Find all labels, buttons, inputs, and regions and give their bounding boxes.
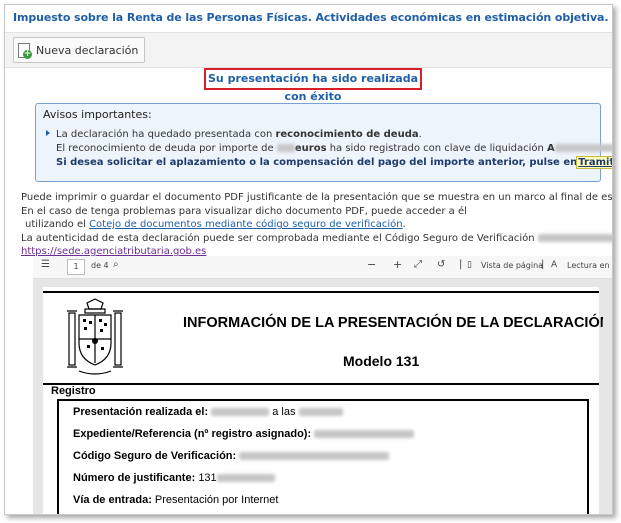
notice-body: La declaración ha quedado presentada con… <box>46 128 612 170</box>
notice-text: La declaración ha quedado presentada con <box>56 129 276 140</box>
bullet-arrow-icon <box>46 130 50 136</box>
toolbar: + Nueva declaración <box>5 32 612 68</box>
pdf-toolbar: ☰ 1 de 4 ⌕ − + ⤢ ↺ | ▯ Vista de página |… <box>33 256 612 279</box>
app-window: Impuesto sobre la Renta de las Personas … <box>4 4 613 515</box>
page-number-input[interactable]: 1 <box>67 259 85 275</box>
info-line: Puede imprimir o guardar el documento PD… <box>21 192 613 203</box>
debt-recognition-text: reconocimiento de deuda <box>275 129 419 140</box>
divider: | <box>459 259 463 270</box>
entry-channel-row: Vía de entrada: Presentación por Interne… <box>73 494 278 506</box>
page-view-button[interactable]: Vista de página <box>481 261 543 270</box>
csv-document-check-link[interactable]: Cotejo de documentos mediante código seg… <box>89 219 403 230</box>
page-total: de 4 <box>91 261 109 270</box>
new-declaration-button[interactable]: + Nueva declaración <box>13 37 146 63</box>
redacted-liquidation-key <box>554 144 612 152</box>
info-line: . <box>402 219 406 230</box>
receipt-number-row: Número de justificante: 131 <box>73 472 275 484</box>
info-line: utilizando el <box>25 219 90 230</box>
redacted-amount <box>276 144 295 152</box>
row-label: Expediente/Referencia (nº registro asign… <box>73 428 312 440</box>
redacted-csv <box>537 233 612 242</box>
redacted-receipt-number <box>216 474 275 482</box>
zoom-in-button[interactable]: + <box>393 258 402 271</box>
pdf-header: INFORMACIÓN DE LA PRESENTACIÓN DE LA DEC… <box>43 291 610 385</box>
fit-page-icon[interactable]: ⤢ <box>414 259 422 270</box>
redacted-date <box>211 408 270 416</box>
coat-of-arms-icon <box>67 298 123 375</box>
info-text: Puede imprimir o guardar el documento PD… <box>21 191 613 259</box>
search-icon[interactable]: ⌕ <box>113 259 119 270</box>
page-title: Impuesto sobre la Renta de las Personas … <box>13 11 612 24</box>
new-declaration-label: Nueva declaración <box>36 43 139 57</box>
currency-label: euros <box>294 143 327 154</box>
pdf-document-title: INFORMACIÓN DE LA PRESENTACIÓN DE LA DEC… <box>183 315 611 331</box>
info-line: En el caso de tenga problemas para visua… <box>21 205 467 217</box>
important-notices-panel: Avisos importantes: La declaración ha qu… <box>35 103 612 182</box>
notice-text: . <box>418 129 422 140</box>
row-value: 131 <box>198 472 217 484</box>
redacted-time <box>298 408 343 416</box>
rotate-icon[interactable]: ↺ <box>437 259 445 270</box>
redacted-reference <box>314 430 415 438</box>
notice-title: Avisos importantes: <box>43 108 152 121</box>
zoom-out-button[interactable]: − <box>367 258 376 271</box>
row-label: Código Seguro de Verificación: <box>73 450 237 462</box>
divider: | <box>541 259 545 270</box>
read-aloud-icon: A <box>551 260 558 270</box>
liquidation-key: A <box>547 143 555 154</box>
row-value: Presentación por Internet <box>154 494 279 506</box>
csv-row: Código Seguro de Verificación: <box>73 450 390 462</box>
pdf-scrollbar[interactable] <box>603 279 612 514</box>
info-line: La autenticidad de esta declaración pued… <box>21 232 535 244</box>
notice-text: El reconocimiento de deuda por importe d… <box>56 143 277 154</box>
pdf-model-label: Modelo 131 <box>343 353 420 369</box>
row-label: Presentación realizada el: <box>73 406 209 418</box>
row-text: a las <box>272 406 296 418</box>
process-debt-link[interactable]: Tramitar deuda. <box>576 156 612 169</box>
reference-row: Expediente/Referencia (nº registro asign… <box>73 428 415 440</box>
page-view-icon: ▯ <box>467 260 472 270</box>
new-document-icon: + <box>18 42 32 59</box>
contents-menu-icon[interactable]: ☰ <box>41 259 50 270</box>
pdf-viewer[interactable]: INFORMACIÓN DE LA PRESENTACIÓN DE LA DEC… <box>33 279 612 514</box>
success-message: Su presentación ha sido realizada con éx… <box>204 68 422 103</box>
read-aloud-button[interactable]: Lectura en voz alta <box>567 261 612 270</box>
pdf-page: INFORMACIÓN DE LA PRESENTACIÓN DE LA DEC… <box>43 287 610 514</box>
registry-box: Presentación realizada el: a las Expedie… <box>57 399 589 514</box>
deferral-text: Si desea solicitar el aplazamiento o la … <box>56 157 578 168</box>
registry-section-label: Registro <box>51 385 96 397</box>
submission-date-row: Presentación realizada el: a las <box>73 406 343 418</box>
notice-text: ha sido registrado con clave de liquidac… <box>326 143 548 154</box>
row-label: Número de justificante: <box>73 472 196 484</box>
row-label: Vía de entrada: <box>73 494 152 506</box>
redacted-csv-code <box>239 452 390 460</box>
